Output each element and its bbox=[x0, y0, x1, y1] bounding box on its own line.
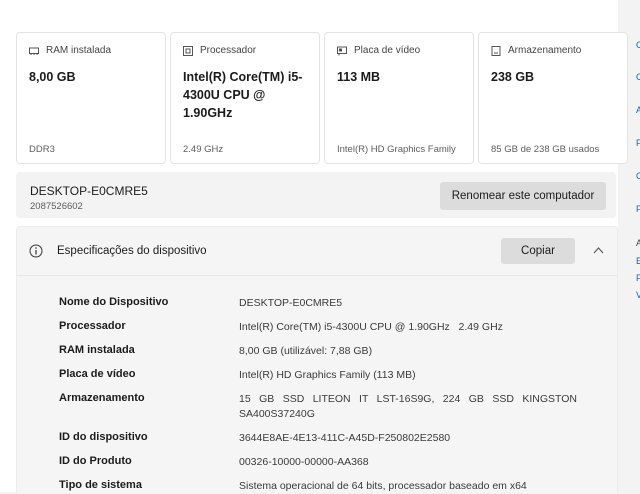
card-value: Intel(R) Core(TM) i5-4300U CPU @ 1.90GHz bbox=[183, 70, 303, 120]
card-sub: 85 GB de 238 GB usados bbox=[491, 144, 600, 155]
ram-icon bbox=[29, 47, 39, 55]
spec-value: DESKTOP-E0CMRE5 bbox=[239, 297, 343, 309]
chevron-up-icon[interactable] bbox=[593, 246, 604, 254]
spec-label: Placa de vídeo bbox=[59, 368, 136, 380]
card-label: RAM instalada bbox=[46, 45, 112, 56]
related-link[interactable]: A bbox=[636, 105, 640, 115]
spec-label: RAM instalada bbox=[59, 344, 135, 356]
card-value: 8,00 GB bbox=[29, 70, 76, 84]
spec-label: Processador bbox=[59, 320, 126, 332]
card-sub: DDR3 bbox=[29, 144, 55, 155]
card-label: Armazenamento bbox=[508, 45, 582, 56]
copy-button[interactable]: Copiar bbox=[501, 238, 575, 264]
related-link[interactable]: E bbox=[636, 256, 640, 266]
card-label: Placa de vídeo bbox=[354, 45, 421, 56]
spec-value: 15 GB SSD LITEON IT LST-16S9G, 224 GB SS… bbox=[239, 393, 577, 420]
computer-name-bar: DESKTOP-E0CMRE5 2087526602 Renomear este… bbox=[16, 172, 616, 218]
spec-cards: RAM instalada 8,00 GB DDR3 Processador I… bbox=[16, 32, 628, 164]
spec-label: Tipo de sistema bbox=[59, 479, 142, 491]
gpu-icon bbox=[337, 46, 347, 55]
spec-value: 3644E8AE-4E13-411C-A45D-F250802E2580 bbox=[239, 432, 451, 444]
computer-id: 2087526602 bbox=[30, 201, 83, 212]
related-text: A bbox=[636, 238, 640, 248]
card-value: 238 GB bbox=[491, 70, 535, 84]
spec-label: Nome do Dispositivo bbox=[59, 296, 169, 308]
specs-header[interactable]: Especificações do dispositivo Copiar bbox=[17, 227, 617, 276]
card-processor: Processador Intel(R) Core(TM) i5-4300U C… bbox=[170, 32, 320, 164]
related-link[interactable]: V bbox=[636, 290, 640, 300]
related-link[interactable]: F bbox=[636, 204, 640, 214]
card-value: 113 MB bbox=[337, 70, 381, 84]
specs-title: Especificações do dispositivo bbox=[57, 245, 207, 257]
storage-icon bbox=[491, 45, 501, 56]
spec-value: Intel(R) HD Graphics Family (113 MB) bbox=[239, 369, 416, 381]
related-link[interactable]: C bbox=[636, 40, 640, 50]
system-about-page: RAM instalada 8,00 GB DDR3 Processador I… bbox=[0, 0, 628, 493]
card-storage: Armazenamento 238 GB 85 GB de 238 GB usa… bbox=[478, 32, 628, 164]
spec-value: 8,00 GB (utilizável: 7,88 GB) bbox=[239, 345, 373, 357]
card-ram: RAM instalada 8,00 GB DDR3 bbox=[16, 32, 166, 164]
card-sub: 2.49 GHz bbox=[183, 144, 224, 155]
info-icon bbox=[29, 244, 43, 258]
card-label: Processador bbox=[200, 45, 257, 56]
device-specifications-panel: Especificações do dispositivo Copiar Nom… bbox=[16, 226, 618, 493]
card-gpu: Placa de vídeo 113 MB Intel(R) HD Graphi… bbox=[324, 32, 474, 164]
related-link[interactable]: F bbox=[636, 138, 640, 148]
spec-value: 00326-10000-00000-AA368 bbox=[239, 456, 369, 468]
spec-label: Armazenamento bbox=[59, 392, 145, 404]
related-link[interactable]: F bbox=[636, 273, 640, 283]
related-link[interactable]: C bbox=[636, 171, 640, 181]
processor-icon bbox=[183, 45, 193, 56]
spec-label: ID do Produto bbox=[59, 455, 132, 467]
computer-name: DESKTOP-E0CMRE5 bbox=[30, 184, 148, 198]
card-sub: Intel(R) HD Graphics Family bbox=[337, 144, 456, 155]
rename-computer-button[interactable]: Renomear este computador bbox=[440, 182, 606, 210]
related-link[interactable]: C bbox=[636, 72, 640, 82]
spec-value: Intel(R) Core(TM) i5-4300U CPU @ 1.90GHz… bbox=[239, 321, 503, 333]
spec-label: ID do dispositivo bbox=[59, 431, 148, 443]
